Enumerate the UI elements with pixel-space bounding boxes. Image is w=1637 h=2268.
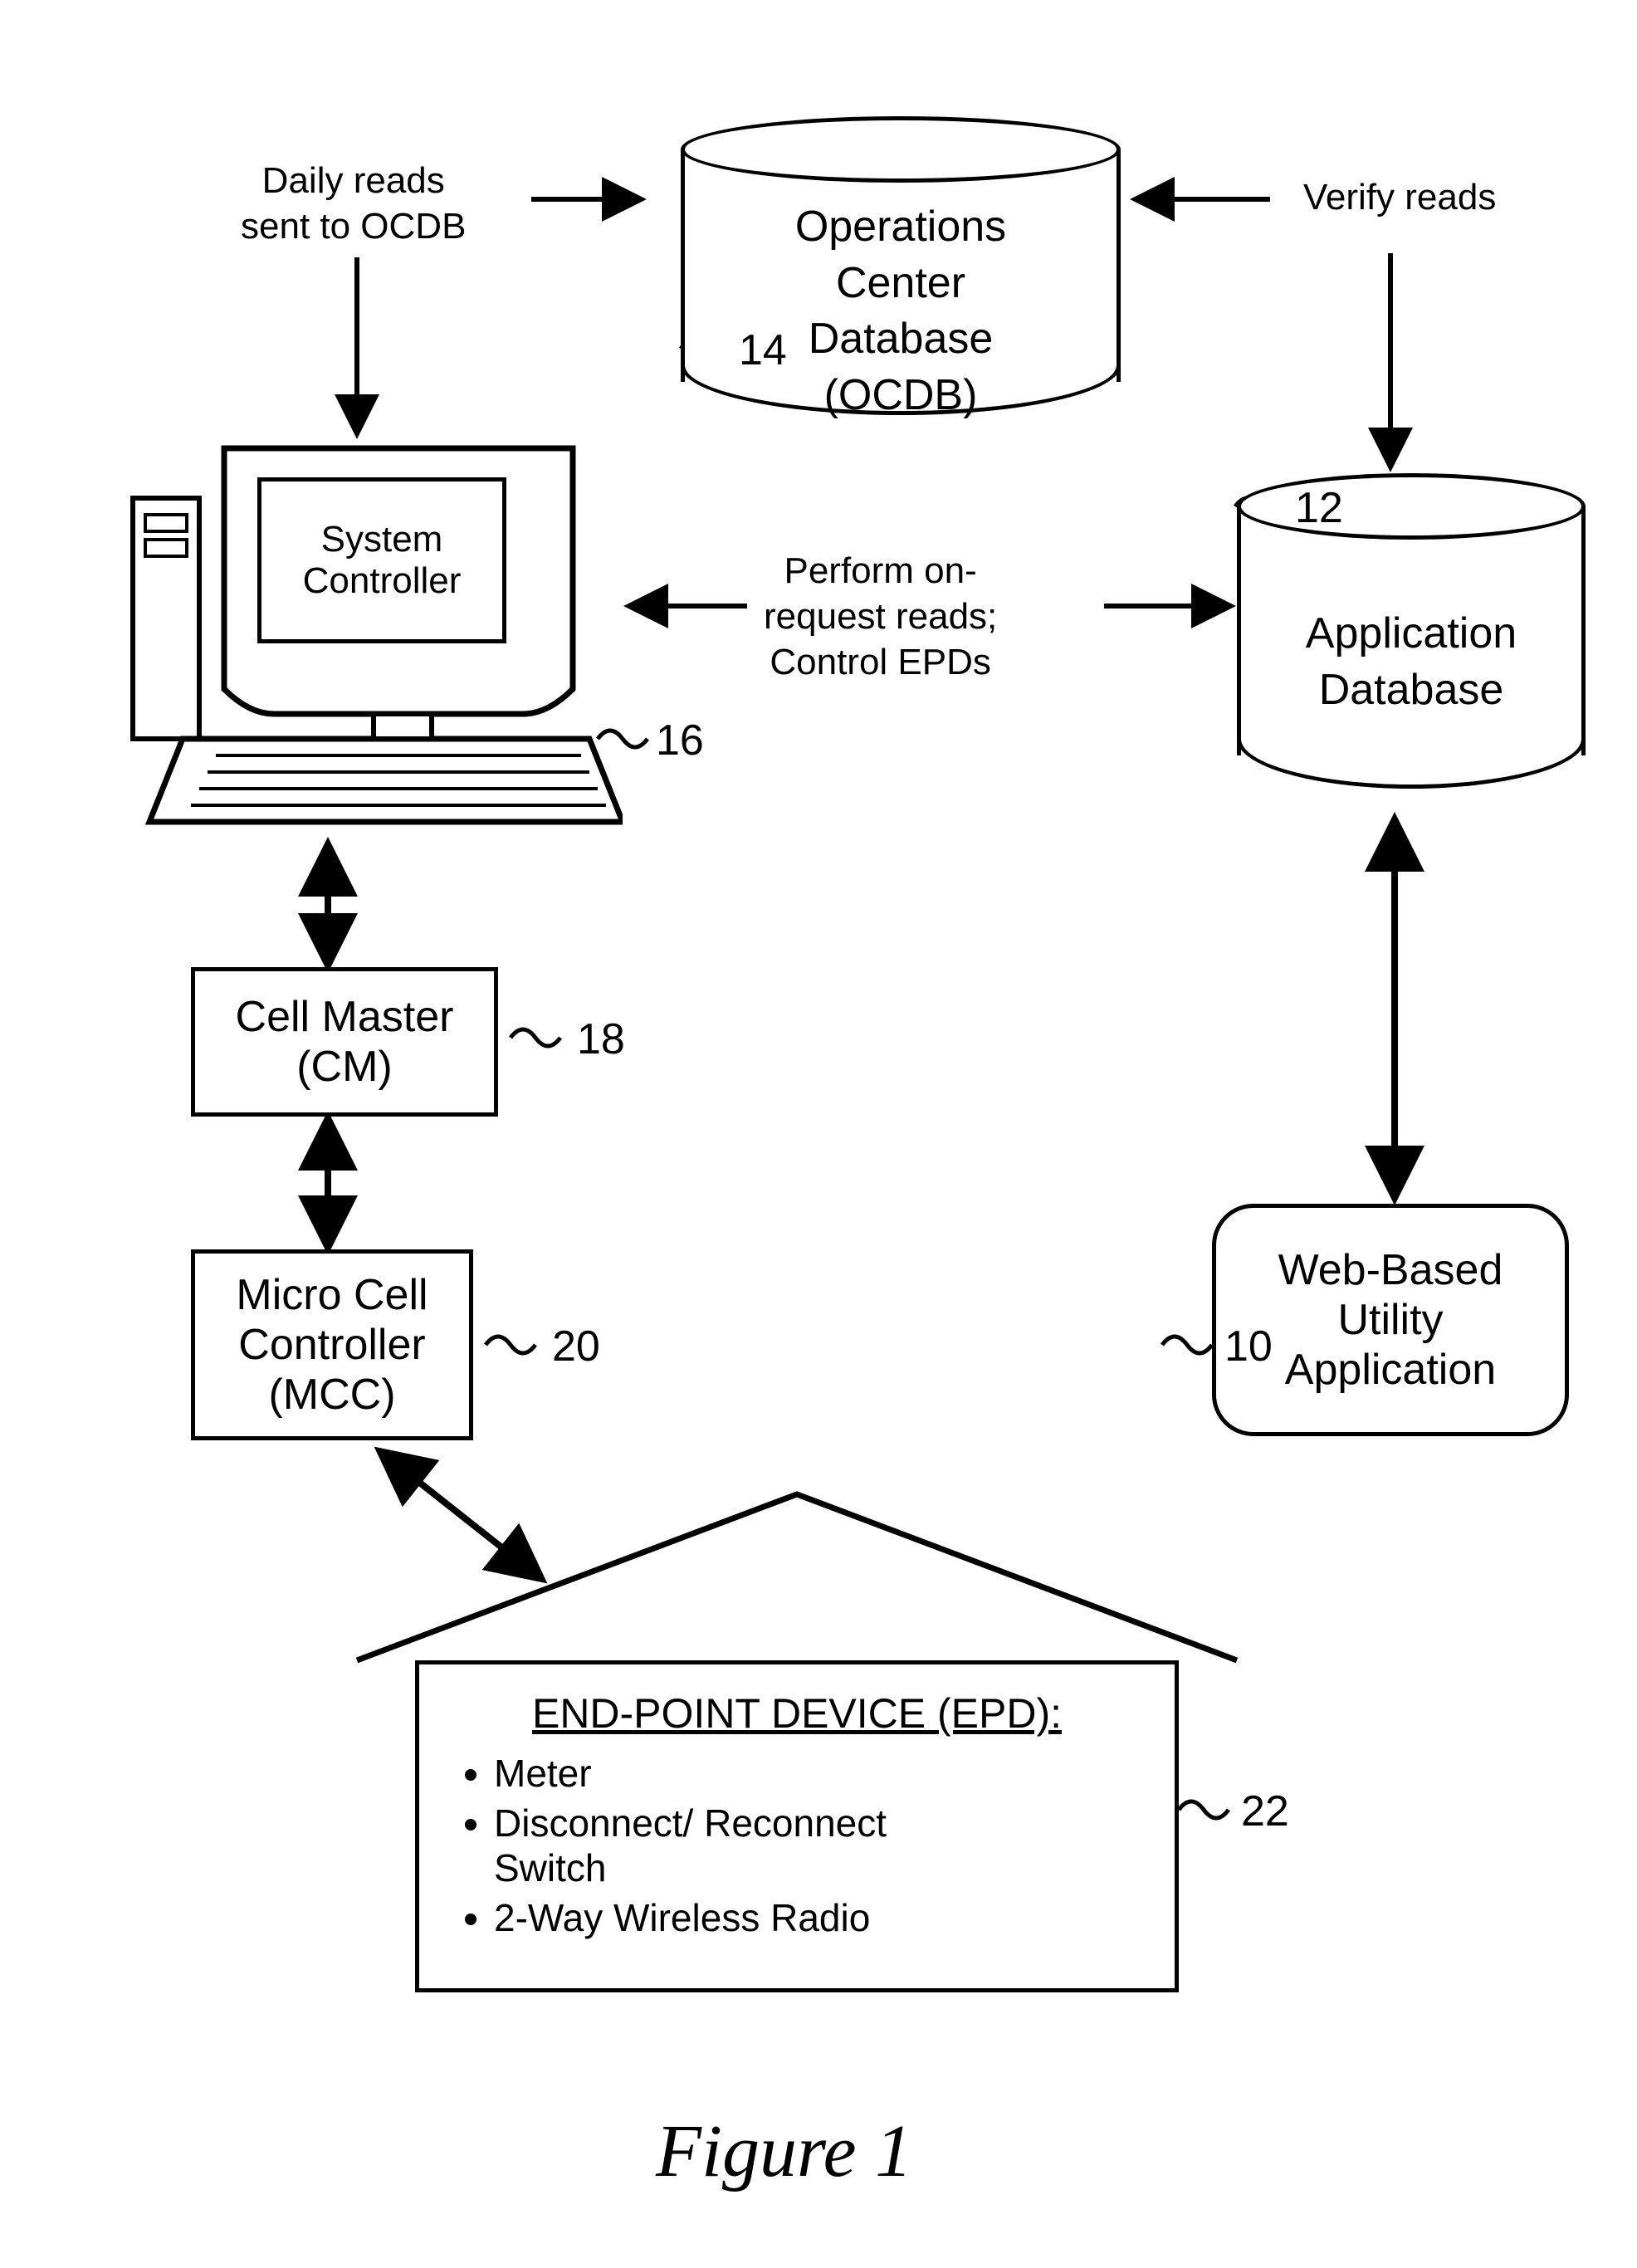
cell-master-l1: Cell Master [236, 992, 454, 1042]
webapp-l3: Application [1285, 1345, 1496, 1395]
ref-20: 20 [552, 1320, 600, 1374]
ref-18: 18 [577, 1013, 625, 1067]
epd-title: END-POINT DEVICE (EPD): [532, 1690, 1062, 1737]
ref-22: 22 [1241, 1785, 1289, 1839]
app-db-cylinder: Application Database [1237, 473, 1586, 789]
epd-item3: 2-Way Wireless Radio [494, 1895, 887, 1940]
label-verify-reads: Verify reads [1303, 174, 1496, 220]
label-on-request: Perform on- request reads; Control EPDs [764, 548, 997, 685]
epd-item2: Disconnect/ Reconnect Switch [494, 1801, 887, 1890]
ref-12: 12 [1295, 481, 1343, 535]
mcc-l2: Controller [238, 1320, 425, 1370]
ref-14: 14 [739, 324, 787, 378]
system-controller-screen: System Controller [257, 477, 506, 643]
appdb-line1: Application [1237, 606, 1586, 662]
cell-master-box: Cell Master (CM) [191, 967, 498, 1117]
ref-16: 16 [656, 714, 704, 768]
ocdb-line2: Center [681, 256, 1121, 312]
cell-master-l2: (CM) [296, 1042, 393, 1092]
ref-10: 10 [1224, 1320, 1273, 1374]
mcc-l3: (MCC) [268, 1370, 395, 1420]
epd-box: END-POINT DEVICE (EPD): Meter Disconnect… [415, 1660, 1179, 1992]
appdb-line2: Database [1237, 662, 1586, 719]
mcc-l1: Micro Cell [236, 1270, 428, 1320]
webapp-l1: Web-Based [1278, 1245, 1503, 1295]
figure-title: Figure 1 [656, 2109, 912, 2194]
webapp-l2: Utility [1337, 1295, 1443, 1345]
mcc-box: Micro Cell Controller (MCC) [191, 1249, 473, 1440]
ocdb-line1: Operations [681, 199, 1121, 256]
epd-item1: Meter [494, 1751, 887, 1796]
label-daily-reads: Daily reads sent to OCDB [241, 158, 466, 249]
